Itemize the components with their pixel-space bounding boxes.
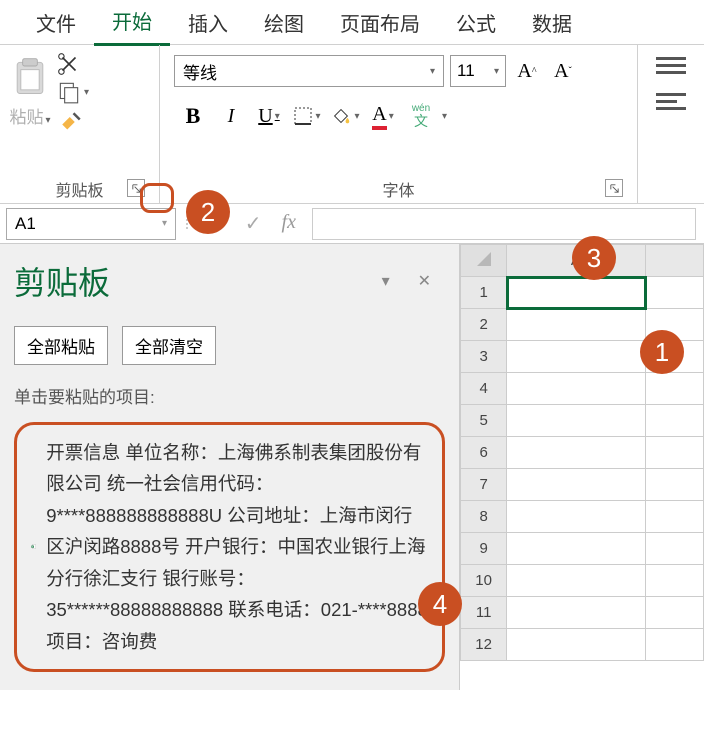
tab-formula[interactable]: 公式 [438, 0, 514, 45]
font-name-select[interactable]: 等线▾ [174, 55, 444, 87]
bucket-icon [330, 105, 352, 127]
tab-file[interactable]: 文件 [18, 0, 94, 45]
tab-home[interactable]: 开始 [94, 0, 170, 46]
border-button[interactable]: ▾ [288, 97, 326, 135]
cut-button[interactable] [56, 51, 89, 77]
cell-A1[interactable] [507, 277, 646, 309]
group-align [638, 45, 704, 203]
row-header[interactable]: 8 [461, 501, 507, 533]
row-header[interactable]: 3 [461, 341, 507, 373]
border-icon [293, 106, 313, 126]
row-header[interactable]: 6 [461, 437, 507, 469]
clipboard-item[interactable]: X 开票信息 单位名称：上海佛系制表集团股份有限公司 统一社会信用代码：9***… [14, 422, 445, 672]
format-painter-button[interactable] [56, 107, 89, 137]
copy-button[interactable]: ▾ [56, 79, 89, 105]
group-clipboard: 粘贴▾ ▾ 剪贴板 [0, 45, 160, 203]
fx-icon[interactable]: fx [282, 211, 296, 236]
pane-options-icon[interactable]: ▾ [368, 269, 404, 293]
tab-data[interactable]: 数据 [514, 0, 590, 45]
ribbon-tabs: 文件 开始 插入 绘图 页面布局 公式 数据 [0, 0, 704, 44]
paste-icon[interactable] [8, 55, 52, 99]
group-font-label: 字体 [382, 183, 414, 200]
tab-layout[interactable]: 页面布局 [322, 0, 438, 45]
callout-1: 1 [640, 330, 684, 374]
callout-2: 2 [186, 190, 230, 234]
fill-color-button[interactable]: ▾ [326, 97, 364, 135]
increase-font-button[interactable]: A^ [512, 55, 542, 87]
formula-input[interactable] [312, 208, 696, 240]
row-header[interactable]: 9 [461, 533, 507, 565]
cell[interactable] [507, 437, 646, 469]
cell[interactable] [507, 309, 646, 341]
bold-button[interactable]: B [174, 97, 212, 135]
cell[interactable] [507, 565, 646, 597]
row-header[interactable]: 1 [461, 277, 507, 309]
group-clipboard-label: 剪贴板 [55, 183, 103, 200]
cell[interactable] [507, 469, 646, 501]
brush-icon [56, 107, 86, 137]
font-size-select[interactable]: 11▾ [450, 55, 506, 87]
row-header[interactable]: 12 [461, 629, 507, 661]
align-left-button[interactable] [656, 93, 686, 115]
cell[interactable] [507, 341, 646, 373]
row-header[interactable]: 5 [461, 405, 507, 437]
font-color-button[interactable]: A▾ [364, 97, 402, 135]
clipboard-pane: 剪贴板 ▾ ✕ 全部粘贴 全部清空 单击要粘贴的项目: X 开票信息 单位名称：… [0, 244, 460, 690]
underline-button[interactable]: U▾ [250, 97, 288, 135]
row-header[interactable]: 4 [461, 373, 507, 405]
phonetic-button[interactable]: wén 文 [402, 97, 440, 135]
clipboard-item-text: 开票信息 单位名称：上海佛系制表集团股份有限公司 统一社会信用代码：9****8… [46, 437, 428, 657]
cell[interactable] [507, 533, 646, 565]
group-font: 等线▾ 11▾ A^ Aˇ B I U▾ ▾ ▾ [160, 45, 638, 203]
cell[interactable] [507, 373, 646, 405]
cell[interactable] [507, 629, 646, 661]
italic-button[interactable]: I [212, 97, 250, 135]
spreadsheet-grid[interactable]: A 1 2 3 4 5 6 7 8 9 10 11 12 [460, 244, 704, 690]
cell[interactable] [507, 501, 646, 533]
scissors-icon [56, 51, 82, 77]
row-header[interactable]: 10 [461, 565, 507, 597]
callout-outline-2 [140, 183, 174, 213]
row-header[interactable]: 11 [461, 597, 507, 629]
paste-all-button[interactable]: 全部粘贴 [14, 326, 108, 365]
callout-4: 4 [418, 582, 462, 626]
ribbon: 粘贴▾ ▾ 剪贴板 [0, 44, 704, 204]
cell[interactable] [507, 597, 646, 629]
select-all-cell[interactable] [461, 245, 507, 277]
callout-3: 3 [572, 236, 616, 280]
excel-file-icon: X [31, 544, 36, 549]
clear-all-button[interactable]: 全部清空 [122, 326, 216, 365]
align-top-button[interactable] [656, 57, 686, 79]
row-header[interactable]: 2 [461, 309, 507, 341]
cell[interactable] [507, 405, 646, 437]
enter-icon[interactable]: ✓ [245, 211, 262, 236]
tab-insert[interactable]: 插入 [170, 0, 246, 45]
decrease-font-button[interactable]: Aˇ [548, 55, 578, 87]
font-launcher[interactable] [605, 179, 623, 197]
pane-hint: 单击要粘贴的项目: [14, 383, 445, 408]
tab-draw[interactable]: 绘图 [246, 0, 322, 45]
copy-icon [56, 79, 82, 105]
pane-title: 剪贴板 [14, 258, 368, 304]
pane-close-icon[interactable]: ✕ [404, 269, 445, 293]
paste-label[interactable]: 粘贴▾ [9, 103, 50, 128]
row-header[interactable]: 7 [461, 469, 507, 501]
